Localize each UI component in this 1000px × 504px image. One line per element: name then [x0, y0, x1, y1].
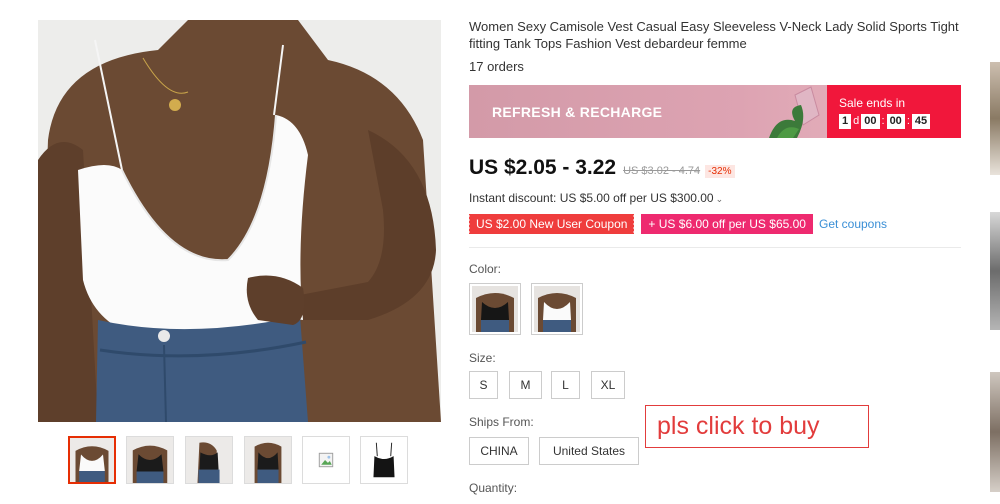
promo-banner[interactable]: REFRESH & RECHARGE Sale ends in 1 d 00 :…: [469, 85, 961, 138]
sale-ends-label: Sale ends in: [839, 96, 906, 110]
thumbnail-black-camisole-flat[interactable]: [360, 436, 408, 484]
recommendation-image-3[interactable]: [990, 372, 1000, 492]
size-option-m[interactable]: M: [509, 371, 542, 399]
thumbnail-black-camisole-model[interactable]: [244, 436, 292, 484]
store-coupon[interactable]: + US $6.00 off per US $65.00: [641, 214, 813, 234]
sale-countdown-panel: Sale ends in 1 d 00 : 00 : 45: [827, 85, 961, 138]
countdown-separator: :: [906, 114, 910, 127]
thumbnail-black-camisole-side[interactable]: [185, 436, 233, 484]
coupon-row: US $2.00 New User Coupon + US $6.00 off …: [467, 214, 887, 234]
recommendation-image-1[interactable]: [990, 62, 1000, 175]
ships-from-label: Ships From:: [469, 415, 534, 429]
click-to-buy-callout[interactable]: pls click to buy: [645, 405, 869, 448]
discount-badge: -32%: [705, 165, 735, 178]
instant-discount-text: Instant discount: US $5.00 off per US $3…: [469, 191, 714, 205]
instant-discount-toggle[interactable]: Instant discount: US $5.00 off per US $3…: [469, 191, 723, 205]
thumbnail-white-camisole-front[interactable]: [68, 436, 116, 484]
size-option-xl[interactable]: XL: [591, 371, 625, 399]
color-option-white[interactable]: [531, 283, 583, 335]
section-divider: [469, 247, 961, 248]
main-product-image[interactable]: [38, 20, 441, 422]
countdown-days-unit: d: [853, 114, 860, 127]
countdown-separator: :: [881, 114, 885, 127]
size-option-s[interactable]: S: [469, 371, 498, 399]
size-label: Size:: [469, 351, 496, 365]
new-user-coupon[interactable]: US $2.00 New User Coupon: [467, 214, 635, 234]
quantity-label: Quantity:: [469, 481, 518, 495]
countdown-minutes: 00: [886, 113, 905, 129]
palm-leaf-icon: [769, 86, 820, 138]
countdown-seconds: 45: [911, 113, 931, 129]
thumbnail-black-camisole-front[interactable]: [126, 436, 174, 484]
product-title: Women Sexy Camisole Vest Casual Easy Sle…: [469, 19, 959, 51]
price-row: US $2.05 - 3.22 US $3.02 - 4.74 -32%: [469, 156, 735, 182]
color-label: Color:: [469, 262, 502, 276]
thumbnail-broken-image[interactable]: [302, 436, 350, 484]
ships-from-united-states[interactable]: United States: [539, 437, 639, 465]
chevron-down-icon: ⌄: [715, 194, 724, 204]
banner-text: REFRESH & RECHARGE: [492, 104, 663, 120]
countdown-timer: 1 d 00 : 00 : 45: [839, 113, 931, 129]
order-count: 17 orders: [469, 59, 524, 74]
size-option-l[interactable]: L: [551, 371, 580, 399]
color-option-black[interactable]: [469, 283, 521, 335]
countdown-hours: 00: [861, 113, 880, 129]
countdown-days: 1: [839, 113, 852, 129]
get-coupons-link[interactable]: Get coupons: [819, 217, 887, 231]
current-price: US $2.05 - 3.22: [469, 156, 617, 179]
recommendation-image-2[interactable]: [990, 212, 1000, 330]
original-price: US $3.02 - 4.74: [623, 165, 701, 177]
ships-from-china[interactable]: CHINA: [469, 437, 529, 465]
